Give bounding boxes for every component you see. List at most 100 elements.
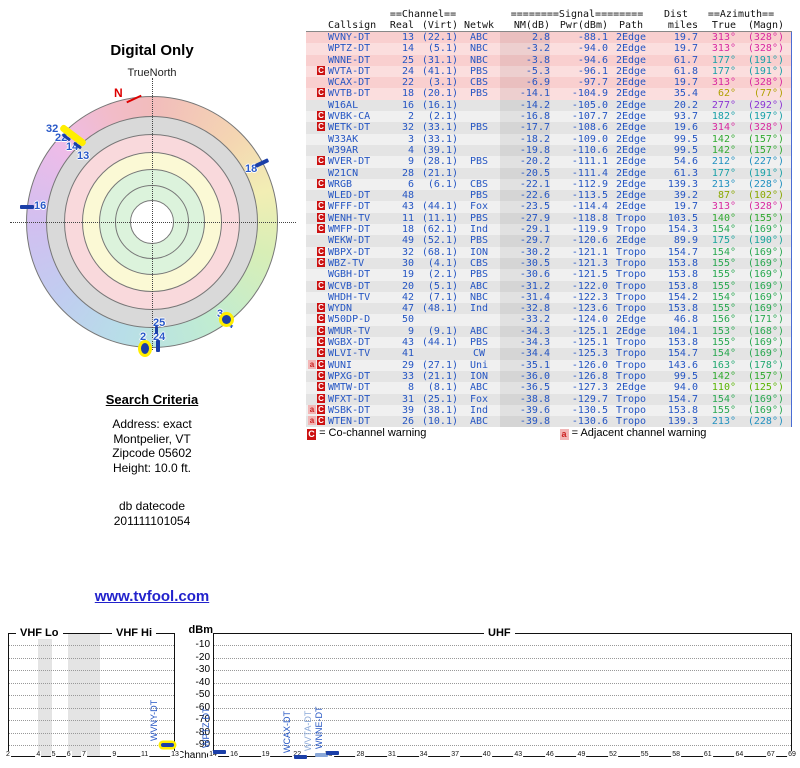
row-warning-badges	[306, 43, 328, 54]
cell-path: Tropo	[615, 370, 647, 382]
tvfool-report: Digital Only TrueNorth N 32 22 14 13 18 16 25 2…	[0, 0, 800, 768]
cell-true: 155°	[711, 337, 736, 349]
row-warning-badges: C	[306, 224, 328, 235]
cell-netwk: ABC	[469, 325, 489, 337]
cell-virt	[414, 314, 458, 325]
channel-tick: 46	[544, 751, 555, 758]
header-group: ==Azimuth==	[707, 9, 775, 20]
table-row: WHDH-TV 42 (7.1) NBC -31.4 -122.3 Tropo 154.2 15…	[306, 291, 792, 304]
cell-callsign: WVTA-DT	[328, 65, 371, 77]
cell-pwr: -121.5	[571, 269, 608, 281]
cell-netwk: CBS	[469, 257, 489, 269]
cell-path: Tropo	[615, 337, 647, 349]
cell-miles: 153.8	[667, 280, 698, 292]
cell-miles: 89.9	[673, 235, 698, 247]
co-channel-badge: C	[317, 303, 325, 313]
bar-callsign-label: WVTA-DT	[303, 710, 314, 751]
cell-real: 14	[401, 43, 414, 55]
cell-true: 154°	[711, 224, 736, 236]
cell-true: 177°	[711, 54, 736, 66]
cell-real: 33	[401, 370, 414, 382]
cell-true: 163°	[711, 359, 736, 371]
cell-nm: -6.9	[500, 77, 550, 89]
cell-miles: 19.7	[673, 201, 698, 213]
cell-real: 18	[401, 224, 414, 236]
cell-true: 182°	[711, 111, 736, 123]
cell-real: 39	[401, 404, 414, 416]
cell-path: 2Edge	[615, 235, 647, 247]
cell-virt: (52.1)	[421, 235, 458, 247]
cell-miles: 154.3	[667, 224, 698, 236]
co-channel-badge: C	[317, 404, 325, 414]
cell-callsign: WCVB-DT	[328, 280, 371, 292]
cell-netwk: PBS	[469, 212, 489, 224]
co-channel-badge: C	[317, 156, 325, 166]
cell-real: 2	[407, 111, 414, 123]
row-warning-badges	[306, 32, 328, 43]
channel-tick: 9	[111, 751, 118, 758]
bar-callsign-label: WCAX-DT	[282, 710, 293, 753]
cell-netwk	[458, 111, 500, 122]
tvfool-link[interactable]: www.tvfool.com	[52, 588, 252, 605]
cell-true: 87°	[717, 190, 736, 202]
row-warning-badges: C	[306, 212, 328, 224]
table-row: WCAX-DT 22 (3.1) CBS -6.9 -97.7 2Edge 19.7 313° (…	[306, 77, 792, 89]
cell-real: 9	[407, 156, 414, 168]
cell-pwr: -130.6	[571, 416, 608, 428]
cell-netwk: Uni	[469, 359, 489, 371]
cell-pwr: -109.0	[571, 133, 608, 145]
table-row: W39AR 4 (39.1) -19.8 -110.6 2Edge 99.5 142° (157…	[306, 144, 792, 157]
co-channel-badge: C	[317, 246, 325, 256]
cell-pwr: -130.5	[571, 404, 608, 416]
adjacent-channel-badge: a	[308, 404, 316, 414]
cell-virt: (44.1)	[421, 201, 458, 213]
cell-callsign: WFFF-DT	[328, 201, 371, 213]
cell-miles: 104.1	[667, 325, 698, 337]
cell-netwk	[458, 100, 500, 111]
polar-channel-label: 13	[77, 150, 90, 162]
cell-path: 2Edge	[615, 382, 647, 394]
chart-bar	[161, 742, 174, 747]
header-group: ==Channel==	[389, 9, 457, 20]
cell-nm: -20.2	[500, 156, 550, 168]
cell-path: 2Edge	[615, 32, 647, 43]
row-warning-badges: aC	[306, 416, 328, 427]
cell-virt: (48.1)	[421, 303, 458, 315]
cell-pwr: -118.8	[571, 212, 608, 224]
row-warning-badges: C	[306, 201, 328, 212]
cell-magn: (125°)	[747, 382, 784, 394]
cell-miles: 153.8	[667, 257, 698, 269]
cell-netwk: Fox	[469, 201, 489, 213]
cell-virt	[414, 348, 458, 359]
cell-real: 11	[401, 212, 414, 224]
cell-netwk	[458, 134, 500, 145]
cell-virt: (25.1)	[421, 393, 458, 405]
cell-callsign: WETK-DT	[328, 122, 371, 134]
cell-magn: (197°)	[747, 111, 784, 123]
cell-virt: (2.1)	[427, 111, 458, 123]
cell-miles: 94.0	[673, 382, 698, 394]
cell-path: 2Edge	[615, 167, 647, 179]
cell-magn: (328°)	[747, 201, 784, 213]
cell-true: 277°	[711, 99, 736, 111]
table-legend: C = Co-channel warning a = Adjacent chan…	[306, 427, 796, 441]
cell-miles: 103.5	[667, 212, 698, 224]
cell-nm: -31.2	[500, 280, 550, 292]
table-row: C WLVI-TV 41 CW -34.4 -125.3 Tropo 154.7 154° (16…	[306, 348, 792, 360]
table-row: a C WTEN-DT 26 (10.1) ABC -39.8 -130.6 Tropo 139.…	[306, 416, 792, 428]
cell-real: 16	[401, 99, 414, 111]
channel-tick: 69	[787, 751, 797, 758]
polar-marker	[155, 326, 158, 334]
cell-virt: (5.1)	[427, 280, 458, 292]
table-row: C W50DP-D 50 -33.2 -124.0 2Edge 46.8 156° (171°)	[306, 314, 792, 326]
adjacent-channel-badge: a	[308, 359, 316, 369]
cell-true: 154°	[711, 348, 736, 360]
table-row: C WVER-DT 9 (28.1) PBS -20.2 -111.1 2Edge 54.6 21…	[306, 156, 792, 168]
dbm-tick-label: -50	[195, 689, 210, 700]
cell-path: 2Edge	[615, 144, 647, 156]
table-row: C WETK-DT 32 (33.1) PBS -17.7 -108.6 2Edge 19.6 3…	[306, 122, 792, 134]
cell-true: 140°	[711, 212, 736, 224]
cell-true: 62°	[717, 88, 736, 100]
cell-miles: 35.4	[673, 88, 698, 100]
cell-miles: 99.5	[673, 133, 698, 145]
